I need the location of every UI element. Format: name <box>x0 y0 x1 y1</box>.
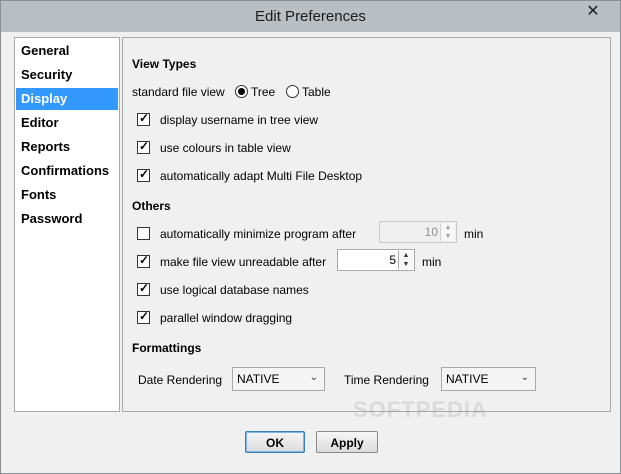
unreadable-label[interactable]: make file view unreadable after <box>160 255 326 269</box>
ok-button[interactable]: OK <box>245 431 305 453</box>
radio-selected-dot <box>238 88 245 95</box>
unreadable-spinner[interactable]: 5 ▲ ▼ <box>337 249 415 271</box>
radio-tree[interactable] <box>235 85 248 98</box>
unreadable-value[interactable]: 5 <box>389 253 396 267</box>
radio-table-label[interactable]: Table <box>302 85 331 99</box>
time-rendering-select[interactable]: NATIVE ⌄ <box>441 367 536 391</box>
nav-item-confirmations[interactable]: Confirmations <box>16 160 118 182</box>
date-rendering-label: Date Rendering <box>138 373 223 387</box>
check-icon: ✓ <box>139 253 150 267</box>
auto-adapt-checkbox[interactable]: ✓ <box>137 167 150 182</box>
spinner-arrows[interactable]: ▲ ▼ <box>398 251 413 269</box>
check-icon: ✓ <box>139 281 150 295</box>
dialog-body: General Security Display Editor Reports … <box>8 32 613 467</box>
check-icon: ✓ <box>139 111 150 125</box>
check-icon: ✓ <box>139 167 150 181</box>
category-list: General Security Display Editor Reports … <box>14 37 120 412</box>
display-username-label[interactable]: display username in tree view <box>160 113 318 127</box>
logical-db-checkbox[interactable]: ✓ <box>137 281 150 296</box>
arrow-up-icon: ▲ <box>444 224 452 231</box>
window-title: Edit Preferences <box>255 8 366 25</box>
auto-adapt-label[interactable]: automatically adapt Multi File Desktop <box>160 169 362 183</box>
chevron-down-icon: ⌄ <box>309 372 318 383</box>
others-heading: Others <box>132 199 171 213</box>
unreadable-unit: min <box>422 255 442 269</box>
view-types-heading: View Types <box>132 57 197 71</box>
date-rendering-value: NATIVE <box>237 372 280 386</box>
apply-button[interactable]: Apply <box>316 431 378 453</box>
time-rendering-value: NATIVE <box>446 372 489 386</box>
check-icon: ✓ <box>139 139 150 153</box>
display-username-checkbox[interactable]: ✓ <box>137 111 150 126</box>
radio-table[interactable] <box>286 85 299 98</box>
auto-minimize-unit: min <box>464 227 484 241</box>
use-colours-label[interactable]: use colours in table view <box>160 141 291 155</box>
formattings-heading: Formattings <box>132 341 202 355</box>
use-colours-checkbox[interactable]: ✓ <box>137 139 150 154</box>
nav-item-general[interactable]: General <box>16 40 118 62</box>
nav-item-password[interactable]: Password <box>16 208 118 230</box>
softpedia-watermark: SOFTPEDIA <box>353 397 488 422</box>
nav-item-fonts[interactable]: Fonts <box>16 184 118 206</box>
nav-item-security[interactable]: Security <box>16 64 118 86</box>
spinner-arrows: ▲ ▼ <box>440 223 455 241</box>
check-icon: ✓ <box>139 309 150 323</box>
chevron-down-icon: ⌄ <box>520 372 529 383</box>
arrow-down-icon: ▼ <box>444 233 452 240</box>
auto-minimize-checkbox[interactable] <box>137 227 150 240</box>
radio-tree-label[interactable]: Tree <box>251 85 275 99</box>
auto-minimize-value: 10 <box>424 225 438 239</box>
arrow-up-icon[interactable]: ▲ <box>399 251 413 260</box>
display-settings-panel: View Types standard file view Tree Table… <box>122 37 611 412</box>
close-button[interactable]: ✕ <box>574 2 612 22</box>
nav-item-display[interactable]: Display <box>16 88 118 110</box>
nav-item-editor[interactable]: Editor <box>16 112 118 134</box>
parallel-drag-label[interactable]: parallel window dragging <box>160 311 292 325</box>
nav-item-reports[interactable]: Reports <box>16 136 118 158</box>
arrow-down-icon[interactable]: ▼ <box>399 260 413 269</box>
parallel-drag-checkbox[interactable]: ✓ <box>137 309 150 324</box>
title-bar[interactable]: Edit Preferences ✕ <box>1 1 620 32</box>
preferences-window: Edit Preferences ✕ General Security Disp… <box>0 0 621 474</box>
unreadable-checkbox[interactable]: ✓ <box>137 253 150 268</box>
auto-minimize-label[interactable]: automatically minimize program after <box>160 227 356 241</box>
logical-db-label[interactable]: use logical database names <box>160 283 309 297</box>
date-rendering-select[interactable]: NATIVE ⌄ <box>232 367 325 391</box>
auto-minimize-spinner: 10 ▲ ▼ <box>379 221 457 243</box>
time-rendering-label: Time Rendering <box>344 373 429 387</box>
standard-file-view-label: standard file view <box>132 85 225 99</box>
close-icon: ✕ <box>586 3 600 20</box>
